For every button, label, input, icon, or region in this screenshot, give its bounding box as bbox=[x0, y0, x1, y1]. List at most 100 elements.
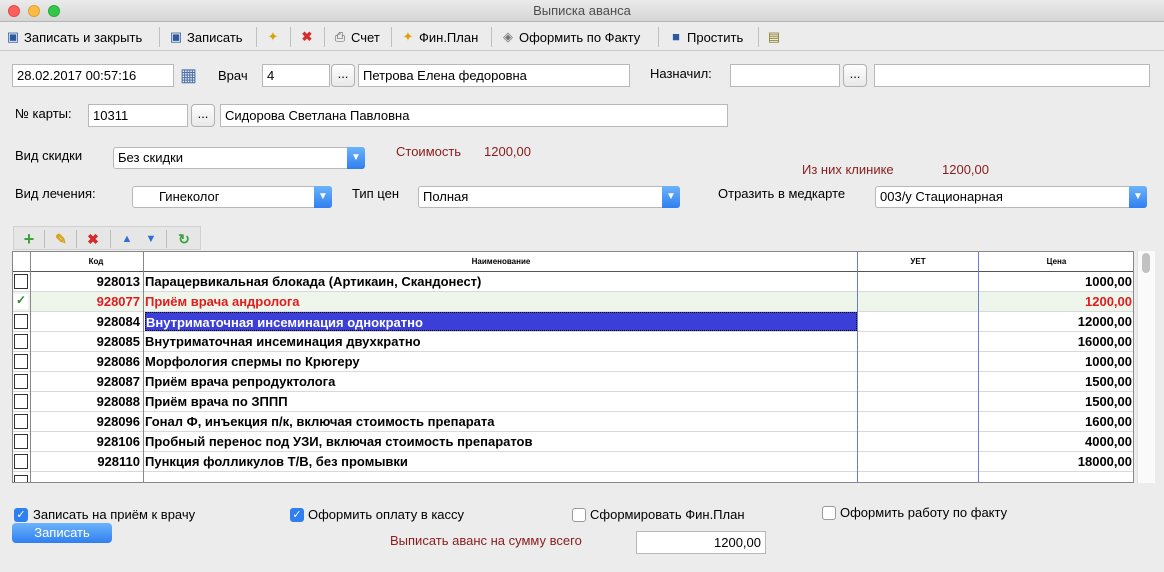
add-item-button[interactable]: ✦ bbox=[265, 26, 281, 48]
form-fin-plan-checkbox[interactable] bbox=[572, 508, 586, 522]
cell-code: 928110 bbox=[97, 454, 140, 469]
move-down-icon[interactable]: ▼ bbox=[142, 230, 160, 248]
cell-name: Внутриматочная инсеминация двухкратно bbox=[145, 334, 421, 349]
add-row-icon[interactable]: + bbox=[20, 230, 38, 248]
total-field[interactable]: 1200,00 bbox=[636, 531, 766, 554]
patient-name-field[interactable]: Сидорова Светлана Павловна bbox=[220, 104, 728, 127]
doctor-name-field[interactable]: Петрова Елена федоровна bbox=[358, 64, 630, 87]
work-by-fact-checkbox[interactable] bbox=[822, 506, 836, 520]
zoom-window-button[interactable] bbox=[48, 5, 60, 17]
invoice-button[interactable]: ⎙ Счет bbox=[332, 26, 380, 48]
list-button[interactable]: ▤ bbox=[766, 26, 782, 48]
row-checkbox[interactable]: ✓ bbox=[14, 294, 28, 309]
table-row[interactable]: 928106 Пробный перенос под УЗИ, включая с… bbox=[13, 432, 1133, 452]
partial-row bbox=[13, 473, 1133, 482]
table-row[interactable]: 928110 Пункция фолликулов Т/В, без промыв… bbox=[13, 452, 1133, 472]
floppy-icon: ▣ bbox=[6, 29, 20, 44]
cell-uet bbox=[859, 452, 977, 471]
card-number-field[interactable]: 10311 bbox=[88, 104, 188, 127]
medcard-label: Отразить в медкарте bbox=[718, 186, 846, 201]
row-checkbox[interactable] bbox=[14, 314, 28, 329]
cell-name: Пробный перенос под УЗИ, включая стоимос… bbox=[145, 434, 533, 449]
header-uet[interactable]: УЕТ bbox=[858, 252, 978, 271]
cell-price: 16000,00 bbox=[1077, 334, 1132, 349]
cell-uet bbox=[859, 312, 977, 331]
cell-price: 12000,00 bbox=[1077, 314, 1132, 329]
cell-uet bbox=[859, 332, 977, 351]
save-close-button[interactable]: ▣ Записать и закрыть bbox=[5, 26, 142, 48]
assigned-name-field[interactable] bbox=[874, 64, 1150, 87]
row-checkbox[interactable] bbox=[14, 454, 28, 469]
cell-code: 928084 bbox=[96, 314, 140, 329]
table-row[interactable]: 928013 Парацервикальная блокада (Артикаин… bbox=[13, 272, 1133, 292]
save-bottom-button[interactable]: Записать bbox=[12, 523, 112, 543]
row-checkbox[interactable] bbox=[14, 274, 28, 289]
edit-pencil-icon[interactable]: ✎ bbox=[52, 230, 70, 248]
doctor-select-button[interactable]: ... bbox=[331, 64, 355, 87]
toolbar: ▣ Записать и закрыть ▣ Записать ✦ ✖ ⎙ Сч… bbox=[0, 23, 1164, 51]
table-row[interactable]: 928087 Приём врача репродуктолога 1500,00 bbox=[13, 372, 1133, 392]
pay-cashier-checkbox[interactable]: ✓ bbox=[290, 508, 304, 522]
price-type-select[interactable]: Полная ▼ bbox=[418, 186, 680, 208]
assigned-code-field[interactable] bbox=[730, 64, 840, 87]
cell-name: Парацервикальная блокада (Артикаин, Скан… bbox=[145, 274, 482, 289]
header-price[interactable]: Цена bbox=[979, 252, 1133, 271]
refresh-icon[interactable]: ↻ bbox=[175, 230, 193, 248]
table-scrollbar[interactable] bbox=[1137, 251, 1155, 483]
row-checkbox[interactable] bbox=[14, 374, 28, 389]
medcard-select[interactable]: 003/у Стационарная ▼ bbox=[875, 186, 1147, 208]
table-row[interactable]: ✓ 928077 Приём врача андролога 1200,00 bbox=[13, 292, 1133, 312]
chevron-down-icon: ▼ bbox=[347, 147, 365, 169]
save-button[interactable]: ▣ Записать bbox=[168, 26, 243, 48]
discount-label: Вид скидки bbox=[15, 148, 83, 163]
tag-icon: ◈ bbox=[503, 29, 513, 44]
pay-cashier-label: Оформить оплату в кассу bbox=[308, 507, 465, 522]
scrollbar-thumb[interactable] bbox=[1142, 253, 1150, 273]
row-checkbox[interactable] bbox=[14, 434, 28, 449]
cell-name: Внутриматочная инсеминация однократно bbox=[145, 312, 857, 331]
assigned-select-button[interactable]: ... bbox=[843, 64, 867, 87]
clinic-value: 1200,00 bbox=[942, 162, 989, 177]
record-appointment-checkbox[interactable]: ✓ bbox=[14, 508, 28, 522]
price-type-label: Тип цен bbox=[352, 186, 399, 201]
forgive-button[interactable]: ■ Простить bbox=[668, 26, 743, 48]
row-checkbox[interactable] bbox=[14, 414, 28, 429]
total-label: Выписать аванс на сумму всего bbox=[390, 533, 582, 548]
date-field[interactable]: 28.02.2017 00:57:16 bbox=[12, 64, 174, 87]
assigned-label: Назначил: bbox=[650, 66, 712, 81]
cell-name: Гонал Ф, инъекция п/к, включая стоимость… bbox=[145, 414, 495, 429]
delete-row-icon[interactable]: ✖ bbox=[84, 230, 102, 248]
cell-uet bbox=[859, 432, 977, 451]
treatment-select[interactable]: Гинеколог ▼ bbox=[132, 186, 332, 208]
table-header: Код Наименование УЕТ Цена bbox=[13, 252, 1133, 272]
list-icon: ▤ bbox=[767, 29, 781, 44]
row-checkbox[interactable] bbox=[14, 334, 28, 349]
header-name[interactable]: Наименование bbox=[144, 252, 858, 271]
cost-label: Стоимость bbox=[396, 144, 462, 159]
by-fact-button[interactable]: ◈ Оформить по Факту bbox=[500, 26, 640, 48]
card-select-button[interactable]: ... bbox=[191, 104, 215, 127]
header-code[interactable]: Код bbox=[31, 252, 161, 271]
table-row[interactable]: 928086 Морфология спермы по Крюгеру 1000,0… bbox=[13, 352, 1133, 372]
table-row[interactable]: 928088 Приём врача по ЗППП 1500,00 bbox=[13, 392, 1133, 412]
close-window-button[interactable] bbox=[8, 5, 20, 17]
cell-name: Приём врача репродуктолога bbox=[145, 374, 336, 389]
row-checkbox[interactable] bbox=[14, 354, 28, 369]
forgive-icon: ■ bbox=[672, 29, 680, 44]
cell-price: 1000,00 bbox=[1085, 354, 1132, 369]
row-checkbox[interactable] bbox=[14, 394, 28, 409]
fin-plan-button[interactable]: ✦ Фин.План bbox=[400, 26, 479, 48]
cell-uet bbox=[859, 372, 977, 391]
cost-value: 1200,00 bbox=[484, 144, 531, 159]
cell-code: 928085 bbox=[96, 334, 140, 349]
minimize-window-button[interactable] bbox=[28, 5, 40, 17]
doctor-code-field[interactable]: 4 bbox=[262, 64, 330, 87]
table-row[interactable]: 928085 Внутриматочная инсеминация двухкра… bbox=[13, 332, 1133, 352]
chevron-down-icon: ▼ bbox=[1129, 186, 1147, 208]
calendar-icon[interactable]: ▦ bbox=[177, 64, 200, 87]
table-row[interactable]: 928084 Внутриматочная инсеминация однокра… bbox=[13, 312, 1133, 332]
move-up-icon[interactable]: ▲ bbox=[118, 230, 136, 248]
delete-button[interactable]: ✖ bbox=[299, 26, 315, 48]
table-row[interactable]: 928096 Гонал Ф, инъекция п/к, включая сто… bbox=[13, 412, 1133, 432]
discount-select[interactable]: Без скидки ▼ bbox=[113, 147, 365, 169]
